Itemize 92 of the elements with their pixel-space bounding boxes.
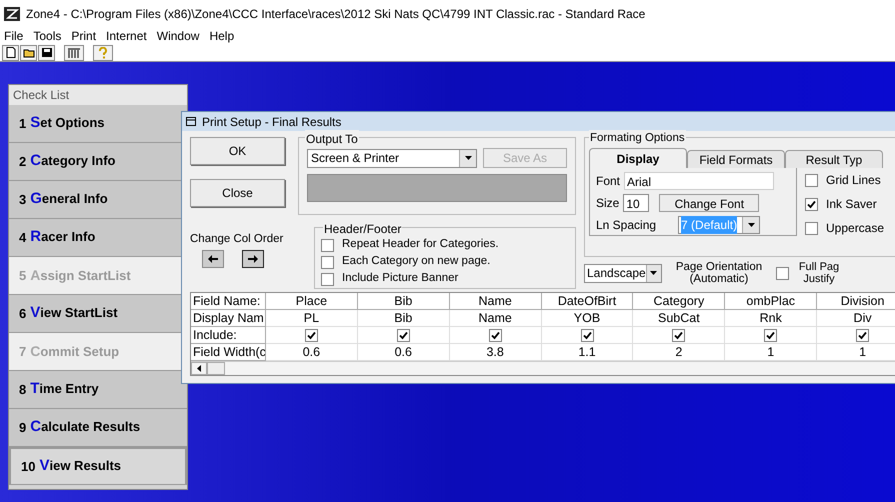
- column-header: Name: [450, 293, 542, 310]
- file-path-field[interactable]: [307, 174, 567, 202]
- row-header: Include:: [191, 327, 266, 344]
- dialog-title: Print Setup - Final Results: [202, 114, 342, 130]
- menu-item[interactable]: Print: [71, 27, 96, 45]
- output-dropdown[interactable]: Screen & Printer: [307, 148, 477, 168]
- column-header: Division: [817, 293, 895, 310]
- field-label: Size: [596, 195, 620, 212]
- row-header: Field Name:: [191, 293, 266, 310]
- checkbox-label: Include Picture Banner: [342, 271, 458, 286]
- column-header: Category: [633, 293, 726, 310]
- checkbox-label: Full Pag Justify: [798, 261, 840, 285]
- toolbar-button[interactable]: [2, 44, 19, 60]
- dialog-button[interactable]: OK: [190, 137, 285, 165]
- checkbox[interactable]: [805, 198, 818, 210]
- table-cell: Bib: [358, 310, 450, 327]
- checkbox[interactable]: [488, 328, 502, 342]
- tab[interactable]: Result Typ: [785, 150, 883, 168]
- group-label: Output To: [305, 130, 359, 148]
- row-header: Display Nam: [191, 310, 266, 327]
- checkbox-label: Each Category on new page.: [342, 254, 490, 270]
- menu-item[interactable]: File: [4, 27, 24, 45]
- table-cell: Name: [450, 310, 542, 327]
- field-label: Ln Spacing: [596, 217, 656, 234]
- size-field[interactable]: 10: [623, 194, 650, 212]
- checkbox[interactable]: [321, 238, 334, 252]
- checkbox[interactable]: [321, 256, 334, 268]
- column-header: Bib: [358, 293, 450, 310]
- window-title: Zone4 - C:\Program Files (x86)\Zone4\CCC Interface\races\2012 Ski Nats QC\4799 INT Classic.rac - Standard Race: [26, 6, 646, 23]
- help-question-icon: [98, 46, 108, 58]
- menu-item[interactable]: Tools: [33, 27, 62, 45]
- tab[interactable]: Field Formats: [687, 150, 785, 168]
- scroll-left-button[interactable]: [191, 362, 207, 375]
- menu-item[interactable]: Internet: [106, 27, 147, 45]
- dropdown-arrow-button[interactable]: [459, 150, 476, 166]
- checkbox[interactable]: [672, 328, 686, 342]
- save-icon: [40, 47, 52, 58]
- checkbox[interactable]: [805, 174, 818, 186]
- left-triangle-icon: [197, 365, 201, 372]
- caret-icon: [464, 156, 472, 160]
- checkbox-label: Grid Lines: [826, 172, 881, 189]
- checkbox[interactable]: [396, 328, 410, 342]
- toolbar-button[interactable]: [38, 44, 55, 60]
- toolbar-button[interactable]: [64, 44, 84, 60]
- table-cell: Div: [817, 310, 895, 327]
- checkbox[interactable]: [856, 328, 870, 342]
- column-header: ombPlac: [725, 293, 818, 310]
- table-cell: YOB: [542, 310, 634, 327]
- caret-icon: [650, 271, 658, 275]
- move-left-button[interactable]: [202, 250, 224, 268]
- left-arrow-icon: [208, 255, 218, 264]
- columns-icon: [67, 48, 81, 58]
- field-label: Font: [596, 173, 620, 190]
- check-list-step[interactable]: 9 Calculate Results: [9, 409, 187, 447]
- orientation-dropdown[interactable]: Landscape: [584, 264, 662, 282]
- group-label: Change Col Order: [190, 232, 284, 247]
- toolbar-button[interactable]: [20, 44, 37, 60]
- dialog-button[interactable]: Close: [190, 179, 285, 207]
- checkbox[interactable]: [304, 328, 318, 342]
- checkbox[interactable]: [764, 328, 778, 342]
- checkbox[interactable]: [321, 272, 334, 286]
- window-title: Check List: [9, 85, 187, 105]
- table-cell: SubCat: [633, 310, 726, 327]
- column-header: DateOfBirt: [542, 293, 634, 310]
- right-arrow-icon: [248, 255, 258, 264]
- dropdown-arrow-button[interactable]: [646, 264, 661, 282]
- open-folder-icon: [22, 47, 34, 58]
- change-font-button[interactable]: Change Font: [659, 194, 760, 212]
- column-header: Place: [266, 293, 358, 310]
- check-list-step[interactable]: 10 View Results: [9, 447, 187, 485]
- check-list-step[interactable]: 8 Time Entry: [9, 371, 187, 409]
- menu-item[interactable]: Window: [156, 27, 200, 45]
- table-cell: PL: [266, 310, 358, 327]
- caret-icon: [748, 223, 755, 227]
- checkbox[interactable]: [776, 266, 789, 280]
- move-right-button[interactable]: [242, 250, 264, 268]
- checkbox-label: Repeat Header for Categories.: [342, 237, 499, 252]
- table-cell: Rnk: [725, 310, 818, 327]
- checkbox-label: Uppercase: [826, 220, 884, 237]
- font-field[interactable]: Arial: [624, 172, 774, 190]
- menu-item[interactable]: Help: [209, 27, 234, 45]
- orientation-label: Page Orientation (Automatic): [674, 261, 764, 285]
- window-icon: [186, 117, 196, 126]
- dropdown-arrow-button[interactable]: [742, 217, 760, 233]
- checkbox[interactable]: [805, 222, 818, 234]
- checkbox[interactable]: [580, 328, 594, 342]
- new-file-icon: [4, 47, 16, 58]
- scroll-thumb[interactable]: [207, 362, 225, 375]
- check-list-step[interactable]: 1 Set Options: [9, 105, 187, 143]
- checkbox-label: Ink Saver: [826, 196, 877, 213]
- tab[interactable]: Display: [589, 148, 687, 168]
- app-logo-icon: [4, 7, 20, 21]
